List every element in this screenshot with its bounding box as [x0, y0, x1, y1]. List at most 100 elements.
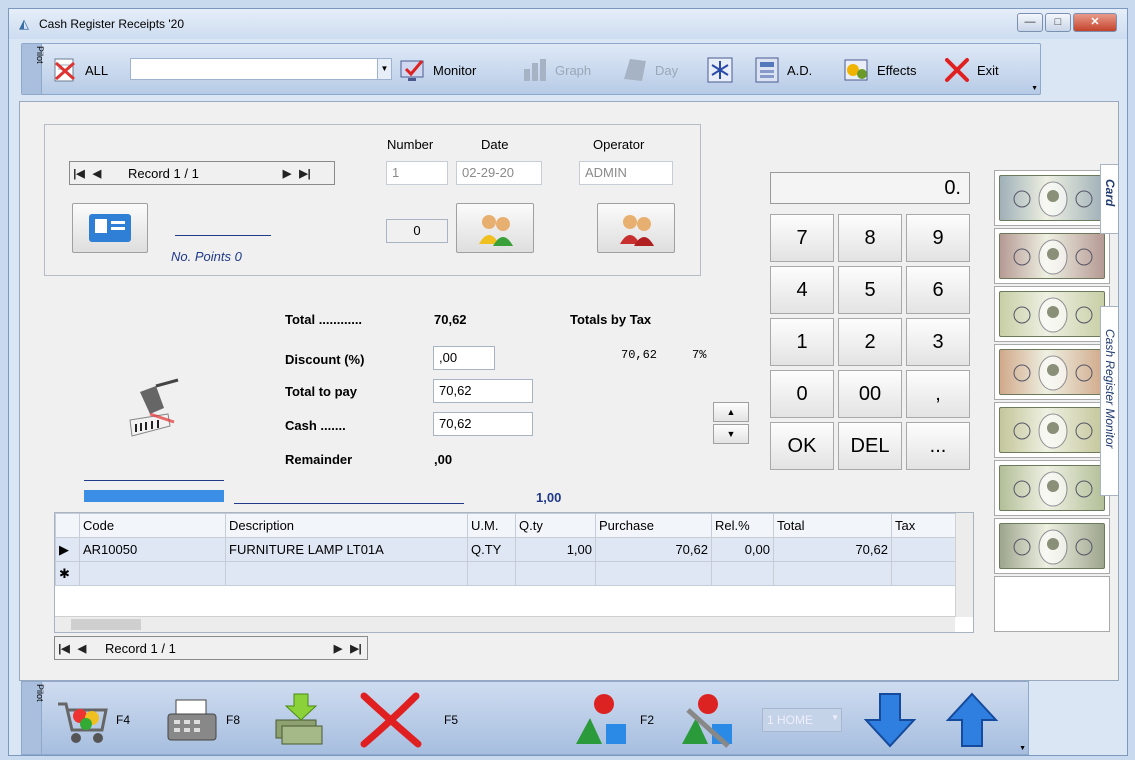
grid-prev-icon[interactable]: ◀: [73, 642, 91, 655]
new-row[interactable]: ✱: [55, 561, 956, 586]
banknote-20-button[interactable]: [994, 286, 1110, 342]
cell-total[interactable]: 70,62: [773, 537, 892, 562]
arrow-down-button[interactable]: [860, 690, 920, 750]
home-combo[interactable]: 1 HOME ▼: [762, 708, 842, 732]
toolbar-grip[interactable]: ▼: [1031, 85, 1038, 92]
key-comma-button[interactable]: ,: [906, 370, 970, 418]
key-four-button[interactable]: 4: [770, 266, 834, 314]
next-record-icon[interactable]: ▶: [278, 167, 296, 180]
grid-vertical-scrollbar[interactable]: [955, 513, 973, 617]
banknote-5-button[interactable]: [994, 402, 1110, 458]
col-um[interactable]: U.M.: [467, 513, 516, 538]
filter-combo[interactable]: ▼: [130, 58, 392, 80]
empty-banknote-slot[interactable]: [994, 576, 1110, 632]
banknote-100-button[interactable]: [994, 170, 1110, 226]
banknote-50-button[interactable]: [994, 228, 1110, 284]
new-cell-code[interactable]: [79, 561, 226, 586]
new-cell-purchase[interactable]: [595, 561, 712, 586]
first-record-icon[interactable]: |◀: [70, 167, 88, 180]
new-cell-um[interactable]: [467, 561, 516, 586]
scroll-thumb[interactable]: [71, 619, 141, 630]
col-tax[interactable]: Tax: [891, 513, 956, 538]
key-zero-button[interactable]: 0: [770, 370, 834, 418]
scroll-up-button[interactable]: ▲: [713, 402, 749, 422]
close-button[interactable]: ✕: [1073, 13, 1117, 32]
f2-button[interactable]: F2: [572, 690, 654, 750]
key-two-button[interactable]: 2: [838, 318, 902, 366]
key-six-button[interactable]: 6: [906, 266, 970, 314]
prev-record-icon[interactable]: ◀: [88, 167, 106, 180]
key-eight-button[interactable]: 8: [838, 214, 902, 262]
cell-tax[interactable]: [891, 537, 956, 562]
scroll-down-button[interactable]: ▼: [713, 424, 749, 444]
snowflake-button[interactable]: [705, 54, 735, 86]
new-cell-qty[interactable]: [515, 561, 596, 586]
tab-card[interactable]: Card: [1100, 164, 1118, 234]
pilot-handle[interactable]: Pilot: [22, 44, 45, 94]
bottom-toolbar-grip[interactable]: ▼: [1019, 745, 1026, 752]
cash-in-button[interactable]: [268, 690, 328, 750]
key-five-button[interactable]: 5: [838, 266, 902, 314]
grid-first-icon[interactable]: |◀: [55, 642, 73, 655]
cash-input[interactable]: 70,62: [433, 412, 533, 436]
number-field[interactable]: 1: [386, 161, 448, 185]
card-button[interactable]: [72, 203, 148, 253]
bottom-pilot-handle[interactable]: Pilot: [22, 682, 45, 754]
new-cell-description[interactable]: [225, 561, 468, 586]
col-qty[interactable]: Q.ty: [515, 513, 596, 538]
operator-button[interactable]: [597, 203, 675, 253]
customer-button[interactable]: [456, 203, 534, 253]
new-cell-rel[interactable]: [711, 561, 774, 586]
key-seven-button[interactable]: 7: [770, 214, 834, 262]
tab-cash-register-monitor[interactable]: Cash Register Monitor: [1100, 306, 1118, 496]
key-nine-button[interactable]: 9: [906, 214, 970, 262]
cell-code[interactable]: AR10050: [79, 537, 226, 562]
banknote-1-button[interactable]: [994, 518, 1110, 574]
day-button[interactable]: Day: [620, 54, 678, 86]
all-button[interactable]: ALL: [50, 54, 108, 86]
col-purchase[interactable]: Purchase: [595, 513, 712, 538]
date-field[interactable]: 02-29-20: [456, 161, 542, 185]
col-total[interactable]: Total: [773, 513, 892, 538]
new-cell-total[interactable]: [773, 561, 892, 586]
table-row[interactable]: ▶ AR10050 FURNITURE LAMP LT01A Q.TY 1,00…: [55, 537, 956, 562]
f8-button[interactable]: F8: [162, 690, 240, 750]
key-three-button[interactable]: 3: [906, 318, 970, 366]
key-more-button[interactable]: ...: [906, 422, 970, 470]
maximize-button[interactable]: □: [1045, 13, 1071, 32]
key-ok-button[interactable]: OK: [770, 422, 834, 470]
minimize-button[interactable]: —: [1017, 13, 1043, 32]
key-double-zero-button[interactable]: 00: [838, 370, 902, 418]
grid-last-icon[interactable]: ▶|: [347, 642, 365, 655]
effects-button[interactable]: Effects: [842, 54, 917, 86]
f4-button[interactable]: F4: [52, 690, 130, 750]
remainder-label: Remainder: [285, 452, 353, 467]
banknote-2-button[interactable]: [994, 460, 1110, 516]
cell-description[interactable]: FURNITURE LAMP LT01A: [225, 537, 468, 562]
col-code[interactable]: Code: [79, 513, 226, 538]
new-cell-tax[interactable]: [891, 561, 956, 586]
total-to-pay-input[interactable]: 70,62: [433, 379, 533, 403]
key-del-button[interactable]: DEL: [838, 422, 902, 470]
arrow-up-button[interactable]: [942, 690, 1002, 750]
exit-button[interactable]: Exit: [942, 54, 999, 86]
cell-qty[interactable]: 1,00: [515, 537, 596, 562]
graph-button[interactable]: Graph: [520, 54, 591, 86]
delete-shapes-button[interactable]: [678, 690, 742, 750]
cell-rel[interactable]: 0,00: [711, 537, 774, 562]
grid-horizontal-scrollbar[interactable]: [55, 616, 955, 632]
f5-button[interactable]: F5: [352, 690, 458, 750]
col-description[interactable]: Description: [225, 513, 468, 538]
chevron-down-icon[interactable]: ▼: [377, 59, 391, 79]
col-rel[interactable]: Rel.%: [711, 513, 774, 538]
cell-um[interactable]: Q.TY: [467, 537, 516, 562]
banknote-10-button[interactable]: [994, 344, 1110, 400]
last-record-icon[interactable]: ▶|: [296, 167, 314, 180]
discount-input[interactable]: ,00: [433, 346, 495, 370]
operator-field[interactable]: ADMIN: [579, 161, 673, 185]
monitor-button[interactable]: Monitor: [398, 54, 476, 86]
ad-button[interactable]: A.D.: [752, 54, 812, 86]
key-one-button[interactable]: 1: [770, 318, 834, 366]
cell-purchase[interactable]: 70,62: [595, 537, 712, 562]
grid-next-icon[interactable]: ▶: [329, 642, 347, 655]
